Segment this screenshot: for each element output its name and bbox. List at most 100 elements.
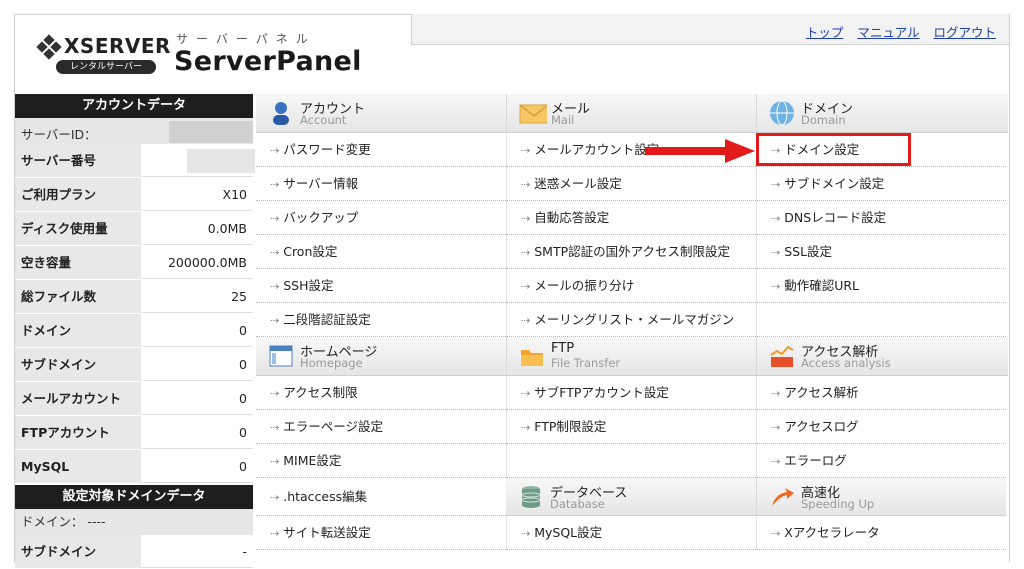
account-row: MySQL 0	[15, 450, 253, 484]
section-header-row: アカウント Account メール Mail ドメイン Domain	[256, 94, 1008, 133]
mail-icon	[519, 104, 547, 124]
menu-row: ⇢ アクセス制限 ⇢ サブFTPアカウント設定 ⇢ アクセス解析	[256, 376, 1008, 410]
menu-item-mailing-list[interactable]: ⇢ メーリングリスト・メールマガジン	[506, 303, 756, 337]
logo-brand-text: XSERVER	[64, 34, 171, 58]
arrow-icon: ⇢	[771, 280, 781, 293]
menu-item-sub-ftp[interactable]: ⇢ サブFTPアカウント設定	[506, 376, 756, 410]
menu-row: ⇢ サイト転送設定 ⇢ MySQL設定 ⇢ Xアクセラレータ	[256, 516, 1008, 550]
logo-diamond-icon	[36, 34, 62, 60]
menu-item-error-page[interactable]: ⇢ エラーページ設定	[256, 410, 506, 444]
arrow-icon: ⇢	[270, 387, 280, 400]
account-row-value: 0.0MB	[141, 212, 253, 245]
menu-item-autoreply[interactable]: ⇢ 自動応答設定	[506, 201, 756, 235]
menu-row: ⇢ エラーページ設定 ⇢ FTP制限設定 ⇢ アクセスログ	[256, 410, 1008, 444]
menu-item-access-log[interactable]: ⇢ アクセスログ	[756, 410, 1006, 444]
server-id-redacted	[169, 121, 253, 143]
section-header-row: ホームページ Homepage FTP File Transfer アクセス解析…	[256, 337, 1008, 376]
account-row-label: ドメイン	[15, 314, 141, 347]
server-id-label: サーバーID：	[21, 127, 97, 142]
section-speed: 高速化 Speeding Up	[756, 478, 1006, 516]
menu-item-x-accelerator[interactable]: ⇢ Xアクセラレータ	[756, 516, 1006, 550]
domain-settings-highlight-box	[756, 133, 911, 166]
menu-item-mime[interactable]: ⇢ MIME設定	[256, 444, 506, 478]
account-row: ドメイン 0	[15, 314, 253, 348]
account-row-value	[141, 144, 255, 177]
database-icon	[521, 486, 541, 508]
menu-item-site-redirect[interactable]: ⇢ サイト転送設定	[256, 516, 506, 550]
menu-item-label: サブFTPアカウント設定	[534, 385, 669, 400]
logout-link[interactable]: ログアウト	[933, 25, 996, 40]
menu-item-label: 動作確認URL	[784, 278, 860, 293]
menu-item-label: FTP制限設定	[534, 419, 607, 434]
menu-item-label: .htaccess編集	[283, 489, 368, 504]
account-row-label: ディスク使用量	[15, 212, 141, 245]
menu-item-label: MIME設定	[283, 453, 342, 468]
section-database: データベース Database	[506, 478, 756, 516]
menu-item-ssh[interactable]: ⇢ SSH設定	[256, 269, 506, 303]
menu-item-label: 自動応答設定	[534, 210, 610, 225]
manual-link[interactable]: マニュアル	[857, 25, 919, 40]
section-subtitle: Homepage	[300, 356, 363, 370]
menu-item-smtp[interactable]: ⇢ SMTP認証の国外アクセス制限設定	[506, 235, 756, 269]
menu-item-password[interactable]: ⇢ パスワード変更	[256, 133, 506, 167]
account-row: ご利用プラン X10	[15, 178, 253, 212]
account-row: FTPアカウント 0	[15, 416, 253, 450]
menu-row: ⇢ MIME設定 ⇢ エラーログ	[256, 444, 1008, 478]
menu-item-dns[interactable]: ⇢ DNSレコード設定	[756, 201, 1006, 235]
top-link[interactable]: トップ	[806, 25, 844, 40]
menu-item-access-analysis[interactable]: ⇢ アクセス解析	[756, 376, 1006, 410]
menu-item-server-info[interactable]: ⇢ サーバー情報	[256, 167, 506, 201]
menu-item-ftp-restrict[interactable]: ⇢ FTP制限設定	[506, 410, 756, 444]
account-row-value: 0	[141, 416, 253, 449]
menu-item-label: エラーログ	[784, 453, 847, 468]
menu-item-mail-filter[interactable]: ⇢ メールの振り分け	[506, 269, 756, 303]
menu-item-access-restrict[interactable]: ⇢ アクセス制限	[256, 376, 506, 410]
menu-item-label: サーバー情報	[283, 176, 359, 191]
menu-item-subdomain[interactable]: ⇢ サブドメイン設定	[756, 167, 1006, 201]
arrow-icon: ⇢	[270, 178, 280, 191]
menu-item-mysql[interactable]: ⇢ MySQL設定	[506, 516, 756, 550]
menu-item-backup[interactable]: ⇢ バックアップ	[256, 201, 506, 235]
section-mail: メール Mail	[506, 94, 756, 132]
arrow-icon: ⇢	[521, 421, 531, 434]
menu-item-htaccess[interactable]: ⇢ .htaccess編集	[256, 478, 506, 516]
menu-item-label: アクセスログ	[784, 419, 859, 434]
account-row: メールアカウント 0	[15, 382, 253, 416]
arrow-icon: ⇢	[521, 178, 531, 191]
menu-item-ssl[interactable]: ⇢ SSL設定	[756, 235, 1006, 269]
arrow-icon: ⇢	[771, 421, 781, 434]
menu-item-label: 二段階認証設定	[283, 312, 371, 327]
arrow-icon: ⇢	[521, 280, 531, 293]
arrow-icon: ⇢	[270, 246, 280, 259]
section-homepage: ホームページ Homepage	[256, 337, 506, 375]
empty-cell	[756, 303, 1006, 337]
account-row-value: X10	[141, 178, 253, 211]
section-subtitle: Domain	[801, 113, 846, 127]
arrow-icon: ⇢	[270, 455, 280, 468]
menu-row: ⇢ 二段階認証設定 ⇢ メーリングリスト・メールマガジン	[256, 303, 1008, 337]
arrow-icon: ⇢	[521, 387, 531, 400]
menu-item-label: アクセス制限	[283, 385, 358, 400]
menu-item-label: バックアップ	[283, 210, 359, 225]
empty-cell	[506, 444, 756, 478]
section-subtitle: File Transfer	[551, 356, 621, 370]
menu-item-label: Cron設定	[283, 244, 338, 259]
menu-item-2fa[interactable]: ⇢ 二段階認証設定	[256, 303, 506, 337]
section-subtitle: Access analysis	[801, 356, 891, 370]
account-row-label: ご利用プラン	[15, 178, 141, 211]
menu-item-cron[interactable]: ⇢ Cron設定	[256, 235, 506, 269]
account-row-label: MySQL	[15, 450, 141, 483]
menu-item-label: メールの振り分け	[534, 278, 635, 293]
menu-item-spam[interactable]: ⇢ 迷惑メール設定	[506, 167, 756, 201]
menu-item-label: パスワード変更	[283, 142, 371, 157]
serverpanel-title: ServerPanel	[174, 46, 362, 77]
arrow-icon: ⇢	[270, 421, 280, 434]
arrow-icon: ⇢	[771, 455, 781, 468]
arrow-icon: ⇢	[270, 527, 280, 540]
menu-item-label: DNSレコード設定	[784, 210, 887, 225]
arrow-icon: ⇢	[771, 212, 781, 225]
menu-item-test-url[interactable]: ⇢ 動作確認URL	[756, 269, 1006, 303]
domain-data-row: サブドメイン -	[15, 535, 253, 569]
menu-item-error-log[interactable]: ⇢ エラーログ	[756, 444, 1006, 478]
account-row-value: 0	[141, 348, 253, 381]
